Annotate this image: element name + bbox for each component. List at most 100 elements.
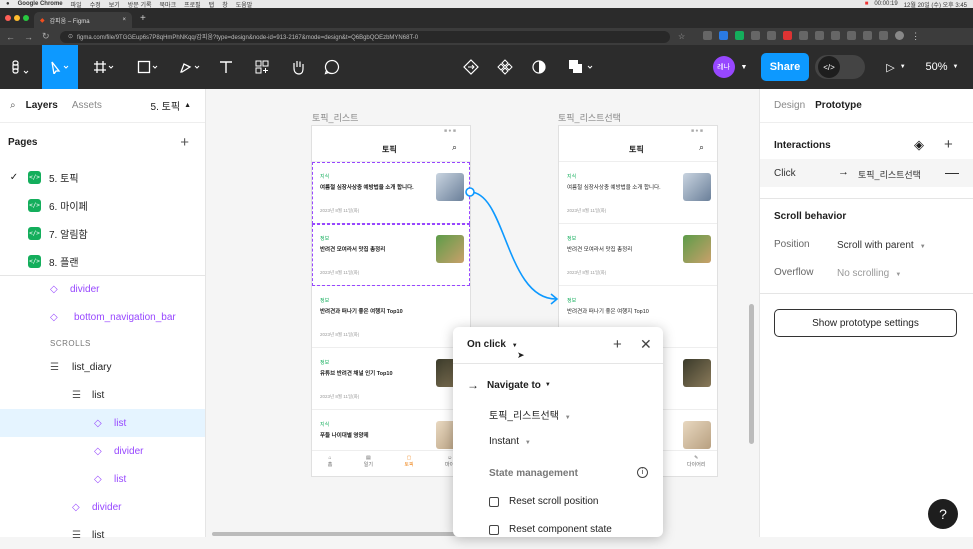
tab-layers[interactable]: Layers [26,100,58,111]
comment-tool-button[interactable] [318,45,346,89]
tab-prototype[interactable]: Prototype [815,100,862,111]
extension-icon[interactable] [751,31,761,40]
menu-window[interactable]: 창 [222,0,228,9]
extension-icon[interactable] [863,31,873,40]
main-menu-button[interactable] [4,45,38,89]
extension-icon[interactable] [815,31,825,40]
extension-icon[interactable] [879,31,889,40]
hand-tool-button[interactable] [284,45,312,89]
menu-help[interactable]: 도움말 [236,0,253,9]
extension-icon[interactable] [703,31,713,40]
profile-icon[interactable] [895,31,905,40]
position-dropdown[interactable]: Scroll with parent ▼ [837,239,926,251]
record-icon[interactable]: ■ [865,1,869,7]
close-icon[interactable]: ✕ [640,336,652,353]
menu-edit[interactable]: 수정 [90,0,101,9]
shape-tool-button[interactable] [130,45,166,89]
add-page-icon[interactable]: + [180,134,189,151]
interaction-row[interactable]: Click → 토픽_리스트선택 — [760,159,973,187]
info-icon[interactable]: i [637,467,648,478]
apple-icon[interactable]: ● [6,1,10,7]
layer-item[interactable]: ☰ list_diary [0,353,205,381]
layer-item[interactable]: ◇ bottom_navigation_bar [0,303,205,331]
reload-icon[interactable]: ↻ [42,31,52,42]
menu-tab[interactable]: 탭 [209,0,215,9]
animation-dropdown[interactable]: Instant ▼ [489,436,531,447]
new-tab-icon[interactable]: + [140,13,146,24]
contrast-button[interactable] [526,45,552,89]
checkbox[interactable] [489,496,499,507]
page-item[interactable]: </> 7. 알림함 [0,219,205,247]
menu-history[interactable]: 방문 기록 [128,0,152,9]
layer-item[interactable]: ◇ divider [0,493,205,521]
components-button[interactable] [492,45,518,89]
back-icon[interactable]: ← [6,32,16,42]
checkbox[interactable] [489,524,499,535]
add-action-icon[interactable]: + [613,336,622,353]
page-item[interactable]: ✓ </> 5. 토픽 [0,163,205,191]
tab-assets[interactable]: Assets [72,100,102,111]
layer-item-selected[interactable]: ◇ list [0,409,205,437]
menu-app[interactable]: Google Chrome [18,1,63,7]
minimize-window-button[interactable] [14,15,20,21]
flow-starting-point-icon[interactable]: ◈ [914,137,924,153]
destination-dropdown[interactable]: 토픽_리스트선택 ▼ [489,407,571,422]
layer-item[interactable]: ☰ list [0,521,205,549]
add-interaction-icon[interactable]: + [944,136,953,153]
browser-menu-icon[interactable]: ⋮ [911,31,920,42]
connection-start-handle[interactable] [465,187,475,197]
extension-icon[interactable] [735,31,745,40]
menu-file[interactable]: 파일 [71,0,82,9]
dev-mode-toggle[interactable]: </> [815,55,865,79]
maximize-window-button[interactable] [23,15,29,21]
remove-interaction-icon[interactable]: — [945,164,959,180]
move-tool-button[interactable] [42,45,78,89]
overflow-dropdown[interactable]: No scrolling ▼ [837,267,901,279]
page-item[interactable]: </> 6. 마이페 [0,191,205,219]
search-icon[interactable]: ⌕ [10,100,16,111]
boolean-ops-button[interactable] [562,45,602,89]
tab-design[interactable]: Design [774,100,805,111]
pen-tool-button[interactable] [172,45,208,89]
vertical-scrollbar[interactable] [749,304,754,444]
extension-icon[interactable] [767,31,777,40]
frame-tool-button[interactable] [86,45,122,89]
close-tab-icon[interactable]: × [122,17,126,23]
show-prototype-settings-button[interactable]: Show prototype settings [774,309,957,337]
connection-line[interactable] [469,191,557,300]
reset-component-checkbox[interactable]: Reset component state [489,524,612,535]
menu-clock[interactable]: 12월 20일 (수) 오후 3:45 [904,0,973,9]
layer-item[interactable]: ◇ list [0,465,205,493]
page-item[interactable]: </> 8. 플랜 [0,247,205,275]
resources-button[interactable] [248,45,276,89]
menu-profile[interactable]: 프로필 [184,0,201,9]
menu-view[interactable]: 보기 [109,0,120,9]
extension-icon[interactable] [799,31,809,40]
prototype-flow-button[interactable] [458,45,484,89]
site-info-icon[interactable]: ⊙ [68,33,73,40]
layer-item[interactable]: ☰ list [0,381,205,409]
extension-icon[interactable] [831,31,841,40]
multiplayer-avatar[interactable]: 레나 ▼ [708,45,752,89]
url-field[interactable]: ⊙ figma.com/file/9TGGEup6s7P8qHmPhNKqq/감… [60,30,670,43]
extension-icon[interactable] [847,31,857,40]
layer-item[interactable]: ◇ divider [0,275,205,303]
layer-item[interactable]: ◇ divider [0,437,205,465]
forward-icon[interactable]: → [24,32,34,42]
extension-icon[interactable] [783,31,793,40]
extension-icon[interactable] [719,31,729,40]
zoom-dropdown[interactable]: 50% ▼ [920,45,964,89]
chevron-up-icon[interactable]: ▲ [184,102,191,109]
browser-tab[interactable]: ◆ 감피움 – Figma × [34,12,132,28]
help-button[interactable]: ? [928,499,958,529]
close-window-button[interactable] [5,15,11,21]
present-button[interactable]: ▷ ▼ [880,45,912,89]
share-button[interactable]: Share [761,53,809,81]
bookmark-star-icon[interactable]: ☆ [678,32,685,41]
trigger-dropdown[interactable]: On click ▼ [467,339,518,350]
page-selector[interactable]: 5. 토픽 [151,98,181,113]
text-tool-button[interactable] [212,45,240,89]
reset-scroll-checkbox[interactable]: Reset scroll position [489,496,598,507]
action-dropdown[interactable]: → Navigate to ▼ [467,378,551,392]
menu-bookmarks[interactable]: 북마크 [160,0,177,9]
